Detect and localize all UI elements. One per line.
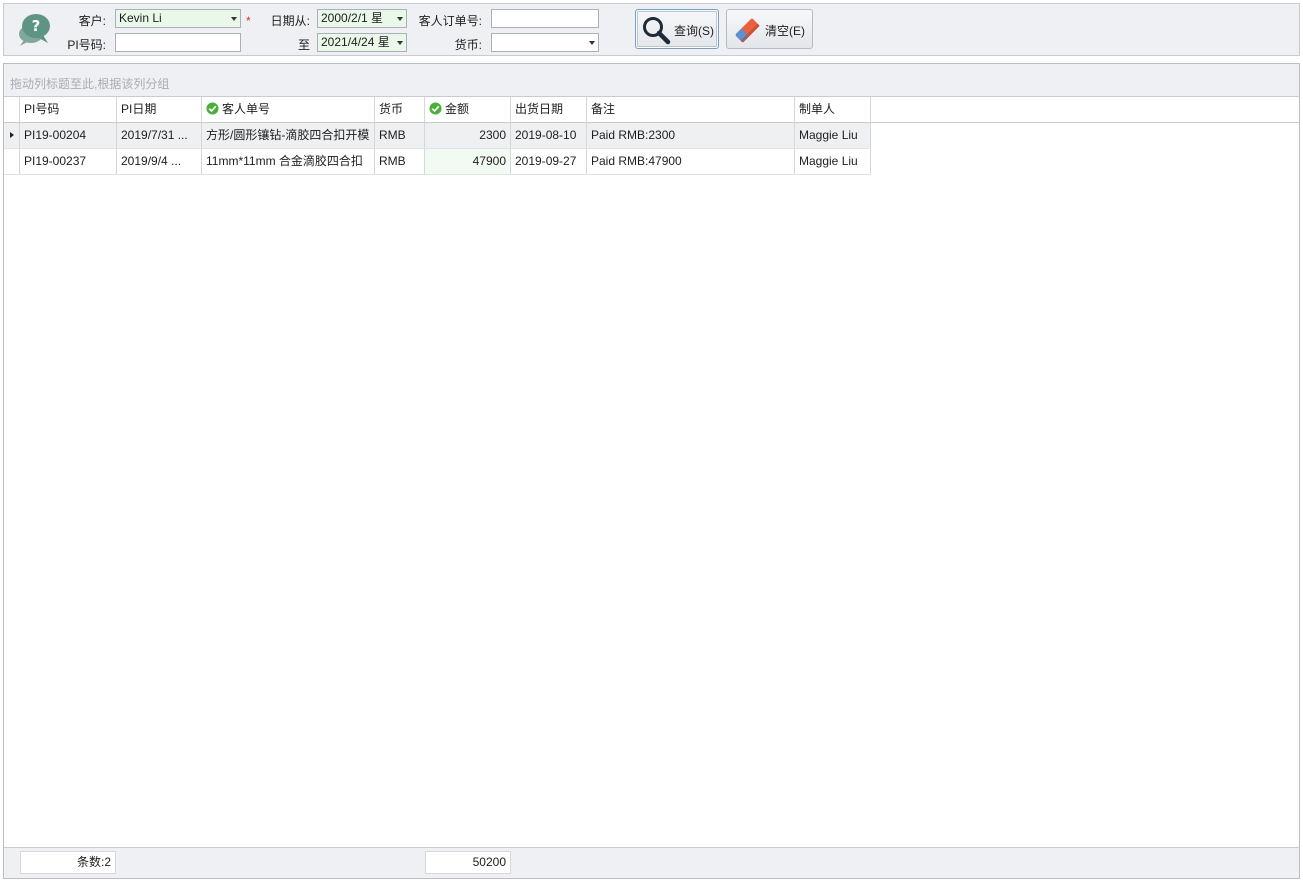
column-header-amount[interactable]: 金额: [425, 97, 511, 122]
cell-maker[interactable]: Maggie Liu: [795, 123, 871, 148]
date-from-label: 日期从:: [270, 14, 310, 28]
eraser-icon: [735, 18, 760, 43]
cell-remark[interactable]: Paid RMB:47900: [587, 149, 795, 174]
column-header-pi-no[interactable]: PI号码: [20, 97, 117, 122]
cell-ship-date[interactable]: 2019-09-27: [511, 149, 587, 174]
cell-ship-date[interactable]: 2019-08-10: [511, 123, 587, 148]
data-grid: 拖动列标题至此,根据该列分组 PI号码 PI日期 客人单号 货币 金额 出货日期…: [3, 63, 1300, 879]
row-indicator: [4, 149, 20, 174]
cell-remark[interactable]: Paid RMB:2300: [587, 123, 795, 148]
row-count-summary: 条数:2: [20, 851, 116, 874]
customer-order-input[interactable]: [491, 9, 599, 28]
cell-amount[interactable]: 47900: [425, 149, 511, 174]
currency-label: 货币:: [454, 38, 482, 52]
table-row[interactable]: PI19-00204 2019/7/31 ... 方形/圆形镶钻-滴胶四合扣开模…: [4, 123, 871, 149]
customer-label: 客户:: [78, 14, 106, 28]
chevron-down-icon[interactable]: [231, 17, 237, 21]
cell-amount[interactable]: 2300: [425, 123, 511, 148]
row-pointer-icon: [10, 132, 14, 138]
customer-combo[interactable]: Kevin Li: [115, 9, 241, 28]
cell-currency[interactable]: RMB: [375, 123, 425, 148]
cell-pi-no[interactable]: PI19-00204: [20, 123, 117, 148]
chevron-down-icon[interactable]: [397, 41, 403, 45]
cell-customer-no[interactable]: 方形/圆形镶钻-滴胶四合扣开模: [202, 123, 375, 148]
column-header-currency[interactable]: 货币: [375, 97, 425, 122]
date-to-value: 2021/4/24 星: [321, 35, 390, 49]
cell-pi-no[interactable]: PI19-00237: [20, 149, 117, 174]
column-header-customer-no[interactable]: 客人单号: [202, 97, 375, 122]
clear-button-label: 清空(E): [765, 24, 805, 38]
chevron-down-icon[interactable]: [589, 41, 595, 45]
pi-label: PI号码:: [67, 38, 106, 52]
check-circle-icon[interactable]: [206, 102, 219, 115]
amount-total-summary: 50200: [425, 851, 511, 874]
question-bubble-icon: ?: [19, 14, 50, 46]
clear-button[interactable]: 清空(E): [726, 9, 813, 49]
group-by-hint: 拖动列标题至此,根据该列分组: [10, 77, 170, 91]
query-button[interactable]: 查询(S): [635, 9, 719, 49]
cell-currency[interactable]: RMB: [375, 149, 425, 174]
group-by-panel[interactable]: 拖动列标题至此,根据该列分组: [4, 64, 1299, 97]
currency-combo[interactable]: [491, 33, 599, 52]
header-indicator: [4, 97, 20, 122]
table-row[interactable]: PI19-00237 2019/9/4 ... 11mm*11mm 合金滴胶四合…: [4, 149, 871, 175]
customer-order-label: 客人订单号:: [418, 14, 482, 28]
customer-value: Kevin Li: [119, 11, 162, 25]
chevron-down-icon[interactable]: [397, 17, 403, 21]
cell-maker[interactable]: Maggie Liu: [795, 149, 871, 174]
date-from-value: 2000/2/1 星: [321, 11, 384, 25]
filter-panel: ? 客户: Kevin Li * 日期从: 2000/2/1 星 客人订单号: …: [3, 3, 1300, 56]
magnifier-icon: [643, 17, 671, 45]
grid-header-row: PI号码 PI日期 客人单号 货币 金额 出货日期 备注 制单人: [4, 97, 1299, 123]
row-indicator: [4, 123, 20, 148]
column-header-maker[interactable]: 制单人: [795, 97, 871, 122]
column-header-remark[interactable]: 备注: [587, 97, 795, 122]
column-header-pi-date[interactable]: PI日期: [117, 97, 202, 122]
column-header-ship-date[interactable]: 出货日期: [511, 97, 587, 122]
required-mark: *: [246, 14, 251, 28]
date-to-label: 至: [297, 38, 310, 52]
svg-text:?: ?: [32, 17, 41, 35]
date-from-picker[interactable]: 2000/2/1 星: [317, 9, 407, 28]
date-to-picker[interactable]: 2021/4/24 星: [317, 33, 407, 52]
query-button-label: 查询(S): [674, 24, 714, 38]
pi-input[interactable]: [115, 33, 241, 52]
grid-footer: 条数:2 50200: [4, 847, 1299, 878]
check-circle-icon[interactable]: [429, 102, 442, 115]
cell-pi-date[interactable]: 2019/9/4 ...: [117, 149, 202, 174]
cell-customer-no[interactable]: 11mm*11mm 合金滴胶四合扣: [202, 149, 375, 174]
cell-pi-date[interactable]: 2019/7/31 ...: [117, 123, 202, 148]
